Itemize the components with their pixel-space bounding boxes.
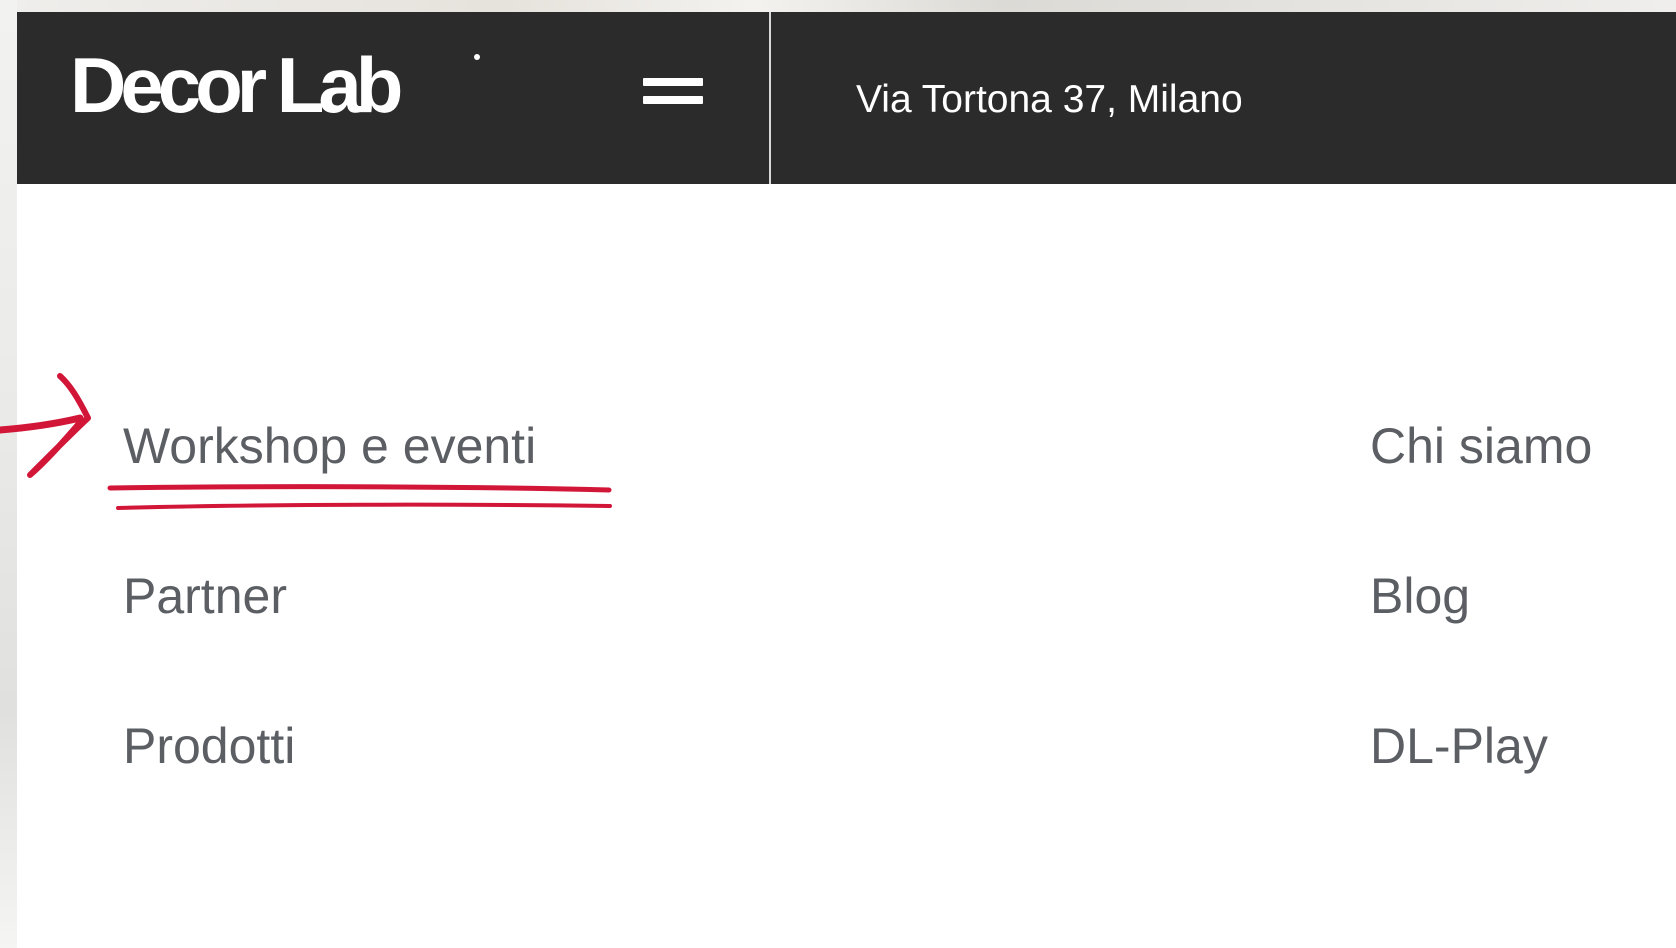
menu-item-prodotti[interactable]: Prodotti: [123, 721, 295, 771]
registered-mark-icon: [474, 54, 480, 60]
hamburger-line-icon: [643, 78, 703, 86]
menu-item-blog[interactable]: Blog: [1370, 571, 1470, 621]
background-photo-edge: [0, 0, 17, 948]
menu-item-workshop-e-eventi[interactable]: Workshop e eventi: [123, 421, 536, 471]
navigation-menu-panel: Workshop e eventi Partner Prodotti Chi s…: [17, 184, 1676, 948]
header-address: Via Tortona 37, Milano: [856, 78, 1243, 121]
menu-item-chi-siamo[interactable]: Chi siamo: [1370, 421, 1592, 471]
logo[interactable]: Decor Lab: [70, 46, 403, 124]
menu-item-dl-play[interactable]: DL-Play: [1370, 721, 1548, 771]
background-photo-strip: [0, 0, 1676, 12]
site-header: Decor Lab Via Tortona 37, Milano: [17, 12, 1676, 184]
header-divider: [769, 12, 771, 184]
hamburger-menu-button[interactable]: [625, 76, 705, 116]
menu-item-partner[interactable]: Partner: [123, 571, 287, 621]
hamburger-line-icon: [643, 96, 703, 104]
